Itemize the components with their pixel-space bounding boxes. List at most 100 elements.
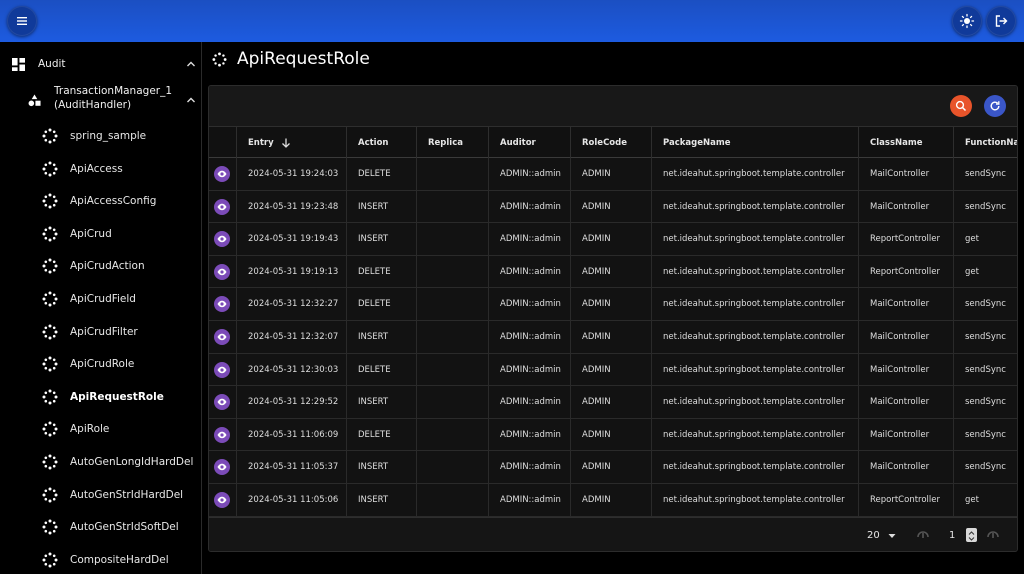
column-header-class[interactable]: ClassName — [859, 127, 954, 159]
sidebar-item[interactable]: ApiCrudField — [0, 283, 201, 315]
cell-class: MailController — [859, 386, 954, 419]
table-row[interactable]: 2024-05-31 12:29:52 INSERT ADMIN::admin ADM… — [209, 386, 1017, 419]
sidebar-item[interactable]: ApiRole — [0, 413, 201, 445]
column-header-function[interactable]: FunctionNar — [954, 127, 1017, 159]
chevron-up-icon[interactable] — [185, 58, 197, 70]
column-header-label: Entry — [248, 138, 274, 148]
sidebar-subgroup-label-line2: (AuditHandler) — [54, 98, 132, 111]
sidebar-item[interactable]: AutoGenStrIdHardDel — [0, 479, 201, 511]
row-actions-cell — [209, 353, 237, 386]
cell-replica — [417, 158, 489, 190]
cell-function: sendSync — [954, 354, 1017, 386]
cell-action: INSERT — [347, 190, 417, 223]
cell-package: net.ideahut.springboot.template.controll… — [652, 418, 859, 451]
view-row-button[interactable] — [214, 329, 230, 345]
logout-icon — [995, 15, 1008, 27]
table-row[interactable]: 2024-05-31 19:19:43 INSERT ADMIN::admin ADM… — [209, 223, 1017, 256]
theme-toggle-button[interactable] — [952, 6, 982, 36]
sort-descending-icon[interactable] — [280, 137, 292, 149]
table-row[interactable]: 2024-05-31 19:24:03 DELETE ADMIN::admin ADM… — [209, 158, 1017, 191]
sidebar-item[interactable]: ApiAccessConfig — [0, 185, 201, 217]
refresh-button[interactable] — [984, 95, 1006, 117]
cell-class: ReportController — [859, 255, 954, 288]
table-row[interactable]: 2024-05-31 11:05:06 INSERT ADMIN::admin ADM… — [209, 484, 1017, 517]
column-header-replica[interactable]: Replica — [417, 127, 489, 159]
eye-icon — [217, 431, 227, 438]
sidebar-item[interactable]: AutoGenStrIdSoftDel — [0, 511, 201, 543]
cell-rolecode: ADMIN — [571, 223, 652, 256]
sidebar-item[interactable]: ApiCrudAction — [0, 250, 201, 282]
view-row-button[interactable] — [214, 426, 230, 443]
loader-icon — [42, 552, 58, 568]
cell-rolecode: ADMIN — [571, 386, 652, 419]
sidebar-item[interactable]: ApiCrudFilter — [0, 316, 201, 348]
view-row-button[interactable] — [214, 296, 230, 313]
column-header-action[interactable]: Action — [347, 127, 417, 159]
column-header-auditor[interactable]: Auditor — [489, 127, 571, 159]
table-row[interactable]: 2024-05-31 11:06:09 DELETE ADMIN::admin ADM… — [209, 418, 1017, 452]
cell-class: ReportController — [859, 484, 954, 516]
eye-icon — [217, 496, 227, 504]
column-header-entry[interactable]: Entry — [237, 127, 347, 159]
caret-down-icon[interactable] — [888, 533, 896, 539]
loader-icon — [42, 193, 58, 209]
sidebar-item[interactable]: ApiAccess — [0, 153, 201, 185]
cell-action: INSERT — [347, 223, 417, 256]
view-row-button[interactable] — [214, 231, 230, 248]
column-header-label: Replica — [428, 138, 463, 148]
menu-button[interactable] — [7, 6, 37, 36]
sidebar-item-label: ApiCrudField — [70, 293, 136, 305]
view-row-button[interactable] — [214, 166, 230, 182]
table-row[interactable]: 2024-05-31 11:05:37 INSERT ADMIN::admin ADM… — [209, 451, 1017, 484]
prev-page-icon[interactable] — [915, 527, 931, 543]
view-row-button[interactable] — [214, 263, 230, 280]
sidebar-item-label: ApiAccess — [70, 162, 123, 175]
view-row-button[interactable] — [214, 492, 230, 508]
column-header-package[interactable]: PackageName — [652, 127, 859, 159]
sidebar-item[interactable]: AutoGenLongIdHardDel — [0, 446, 201, 478]
cell-class: MailController — [859, 190, 954, 223]
column-header-label: RoleCode — [582, 138, 627, 148]
sidebar-subgroup-transactionmanager[interactable]: TransactionManager_1 (AuditHandler) — [0, 84, 201, 116]
column-header-rolecode[interactable]: RoleCode — [571, 127, 652, 159]
cell-replica — [417, 418, 489, 451]
cell-function: get — [954, 484, 1017, 516]
logout-button[interactable] — [986, 6, 1016, 36]
cell-entry: 2024-05-31 12:30:03 — [237, 353, 347, 386]
view-row-button[interactable] — [214, 459, 230, 476]
sidebar-item[interactable]: ApiRequestRole — [0, 381, 201, 413]
cell-rolecode: ADMIN — [571, 158, 652, 190]
cell-function: sendSync — [954, 419, 1017, 451]
cell-action: INSERT — [347, 321, 417, 353]
sidebar-item[interactable]: ApiCrudRole — [0, 348, 201, 380]
cell-function: sendSync — [954, 191, 1017, 223]
cell-package: net.ideahut.springboot.template.controll… — [652, 451, 859, 484]
sidebar: Audit TransactionManager_1 (AuditHandler… — [0, 42, 202, 574]
loader-icon — [42, 487, 58, 503]
search-button[interactable] — [950, 95, 972, 117]
table-body: 2024-05-31 19:24:03 DELETE ADMIN::admin ADM… — [209, 158, 1017, 517]
table-row[interactable]: 2024-05-31 12:32:07 INSERT ADMIN::admin ADM… — [209, 321, 1017, 354]
table-row[interactable]: 2024-05-31 12:30:03 DELETE ADMIN::admin ADM… — [209, 353, 1017, 387]
row-actions-cell — [209, 288, 237, 321]
chevron-up-icon[interactable] — [185, 94, 197, 106]
view-row-button[interactable] — [214, 198, 230, 215]
cell-class: MailController — [859, 353, 954, 386]
cell-action: DELETE — [347, 288, 417, 321]
next-page-icon[interactable] — [985, 527, 1001, 543]
cell-entry: 2024-05-31 12:32:07 — [237, 321, 347, 353]
view-row-button[interactable] — [214, 361, 230, 378]
loader-icon — [42, 161, 58, 177]
sidebar-item[interactable]: ApiCrud — [0, 218, 201, 250]
sidebar-group-audit[interactable]: Audit — [0, 52, 201, 76]
stepper-arrows-icon — [968, 531, 975, 541]
sidebar-item[interactable]: CompositeHardDel — [0, 544, 201, 574]
table-row[interactable]: 2024-05-31 19:23:48 INSERT ADMIN::admin ADM… — [209, 190, 1017, 224]
table-row[interactable]: 2024-05-31 19:19:13 DELETE ADMIN::admin ADM… — [209, 255, 1017, 289]
page-size-select[interactable]: 20 — [867, 530, 880, 541]
cell-rolecode: ADMIN — [571, 418, 652, 451]
view-row-button[interactable] — [214, 394, 230, 411]
sidebar-item[interactable]: spring_sample — [0, 120, 201, 152]
page-number-stepper[interactable] — [966, 528, 977, 542]
table-row[interactable]: 2024-05-31 12:32:27 DELETE ADMIN::admin ADM… — [209, 288, 1017, 321]
